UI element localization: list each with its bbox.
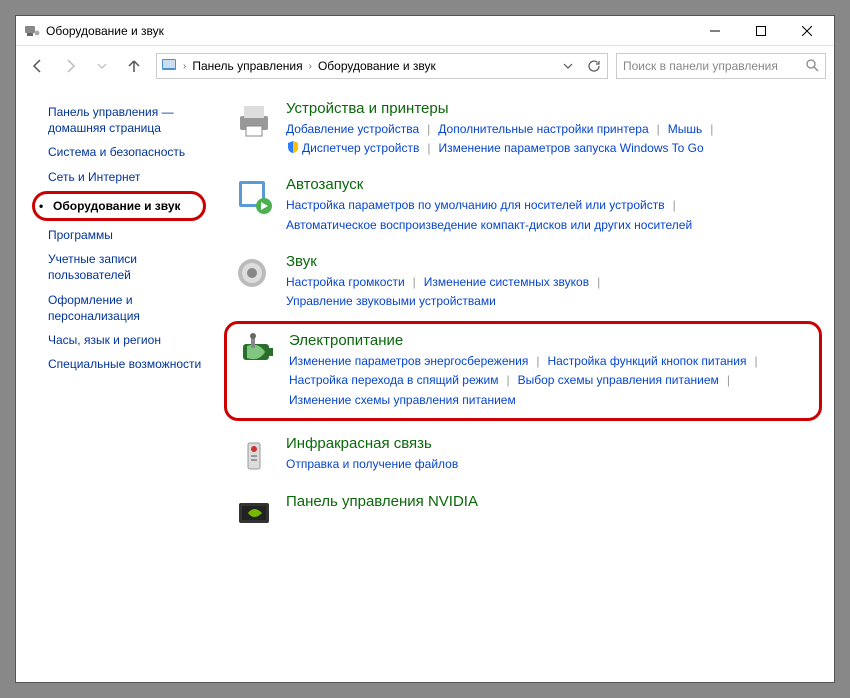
sound-icon bbox=[234, 253, 274, 293]
close-button[interactable] bbox=[784, 16, 830, 46]
task-link[interactable]: Настройка громкости bbox=[286, 273, 405, 292]
task-link[interactable]: Мышь bbox=[668, 120, 703, 139]
separator: | bbox=[665, 196, 684, 215]
forward-button[interactable] bbox=[56, 52, 84, 80]
autoplay-icon bbox=[234, 176, 274, 216]
task-link[interactable]: Добавление устройства bbox=[286, 120, 419, 139]
toolbar: › Панель управления › Оборудование и зву… bbox=[16, 46, 834, 86]
main-panel: Устройства и принтеры Добавление устройст… bbox=[216, 86, 834, 682]
control-panel-icon bbox=[161, 57, 177, 76]
content-area: Панель управления — домашняя страница Си… bbox=[16, 86, 834, 682]
infrared-icon bbox=[234, 435, 274, 475]
category-links: Настройка параметров по умолчанию для но… bbox=[286, 196, 812, 234]
category-links: Отправка и получение файлов bbox=[286, 455, 812, 474]
power-icon bbox=[237, 332, 277, 372]
sidebar-item-user-accounts[interactable]: Учетные записи пользователей bbox=[30, 247, 216, 287]
category-title[interactable]: Устройства и принтеры bbox=[286, 100, 812, 117]
sidebar-item-appearance[interactable]: Оформление и персонализация bbox=[30, 288, 216, 328]
address-bar[interactable]: › Панель управления › Оборудование и зву… bbox=[156, 53, 608, 79]
printer-icon bbox=[234, 100, 274, 140]
category-printer: Устройства и принтеры Добавление устройст… bbox=[234, 100, 812, 158]
category-links: Изменение параметров энергосбережения|На… bbox=[289, 352, 809, 410]
separator: | bbox=[405, 273, 424, 292]
category-sound: ЗвукНастройка громкости|Изменение систем… bbox=[234, 253, 812, 311]
sidebar-item-hardware-sound[interactable]: Оборудование и звук bbox=[35, 194, 203, 218]
refresh-button[interactable] bbox=[583, 55, 605, 77]
separator: | bbox=[589, 273, 608, 292]
separator: | bbox=[419, 139, 438, 158]
sidebar-highlight: Оборудование и звук bbox=[32, 191, 206, 221]
separator: | bbox=[719, 371, 738, 390]
task-link[interactable]: Выбор схемы управления питанием bbox=[518, 371, 719, 390]
sidebar-item-network[interactable]: Сеть и Интернет bbox=[30, 165, 216, 189]
category-title[interactable]: Инфракрасная связь bbox=[286, 435, 812, 452]
task-link[interactable]: Автоматическое воспроизведение компакт-д… bbox=[286, 216, 692, 235]
chevron-right-icon: › bbox=[183, 61, 186, 72]
power-highlight: Электропитание Изменение параметров энерг… bbox=[224, 321, 822, 421]
category-title[interactable]: Звук bbox=[286, 253, 812, 270]
search-input[interactable] bbox=[623, 59, 799, 73]
category-infrared: Инфракрасная связь Отправка и получение ф… bbox=[234, 435, 812, 475]
category-links: Добавление устройства|Дополнительные нас… bbox=[286, 120, 812, 158]
category-autoplay: Автозапуск Настройка параметров по умолча… bbox=[234, 176, 812, 234]
separator: | bbox=[528, 352, 547, 371]
sidebar-item-programs[interactable]: Программы bbox=[30, 223, 216, 247]
back-button[interactable] bbox=[24, 52, 52, 80]
chevron-right-icon: › bbox=[309, 61, 312, 72]
sidebar-item-clock-region[interactable]: Часы, язык и регион bbox=[30, 328, 216, 352]
task-link[interactable]: Настройка перехода в спящий режим bbox=[289, 371, 498, 390]
hardware-sound-icon bbox=[24, 23, 40, 39]
window: Оборудование и звук › Панель управления … bbox=[15, 15, 835, 683]
titlebar: Оборудование и звук bbox=[16, 16, 834, 46]
breadcrumb-current[interactable]: Оборудование и звук bbox=[318, 59, 436, 73]
task-link[interactable]: Изменение системных звуков bbox=[424, 273, 589, 292]
task-link[interactable]: Изменение параметров запуска Windows To … bbox=[438, 139, 703, 158]
task-link[interactable]: Управление звуковыми устройствами bbox=[286, 292, 496, 311]
sidebar-item-home[interactable]: Панель управления — домашняя страница bbox=[30, 100, 216, 140]
recent-dropdown[interactable] bbox=[88, 52, 116, 80]
separator: | bbox=[498, 371, 517, 390]
category-title[interactable]: Панель управления NVIDIA bbox=[286, 493, 812, 510]
separator: | bbox=[702, 120, 721, 139]
search-box[interactable] bbox=[616, 53, 826, 79]
category-title[interactable]: Электропитание bbox=[289, 332, 809, 349]
maximize-button[interactable] bbox=[738, 16, 784, 46]
category-power: Электропитание Изменение параметров энерг… bbox=[237, 332, 809, 410]
task-link[interactable]: Диспетчер устройств bbox=[286, 139, 419, 158]
sidebar: Панель управления — домашняя страница Си… bbox=[16, 86, 216, 682]
window-title: Оборудование и звук bbox=[46, 24, 164, 38]
minimize-button[interactable] bbox=[692, 16, 738, 46]
breadcrumb-root[interactable]: Панель управления bbox=[192, 59, 302, 73]
nvidia-icon bbox=[234, 493, 274, 533]
address-dropdown[interactable] bbox=[557, 55, 579, 77]
task-link[interactable]: Настройка функций кнопок питания bbox=[547, 352, 746, 371]
task-link[interactable]: Дополнительные настройки принтера bbox=[438, 120, 648, 139]
shield-icon bbox=[286, 140, 300, 154]
separator: | bbox=[649, 120, 668, 139]
window-controls bbox=[692, 16, 830, 46]
task-link[interactable]: Изменение схемы управления питанием bbox=[289, 391, 516, 410]
sidebar-item-system-security[interactable]: Система и безопасность bbox=[30, 140, 216, 164]
task-link[interactable]: Отправка и получение файлов bbox=[286, 455, 458, 474]
task-link[interactable]: Настройка параметров по умолчанию для но… bbox=[286, 196, 665, 215]
separator: | bbox=[746, 352, 765, 371]
separator: | bbox=[419, 120, 438, 139]
up-button[interactable] bbox=[120, 52, 148, 80]
sidebar-item-accessibility[interactable]: Специальные возможности bbox=[30, 352, 216, 376]
search-icon bbox=[805, 58, 819, 75]
category-title[interactable]: Автозапуск bbox=[286, 176, 812, 193]
category-nvidia: Панель управления NVIDIA bbox=[234, 493, 812, 533]
task-link[interactable]: Изменение параметров энергосбережения bbox=[289, 352, 528, 371]
category-links: Настройка громкости|Изменение системных … bbox=[286, 273, 812, 311]
